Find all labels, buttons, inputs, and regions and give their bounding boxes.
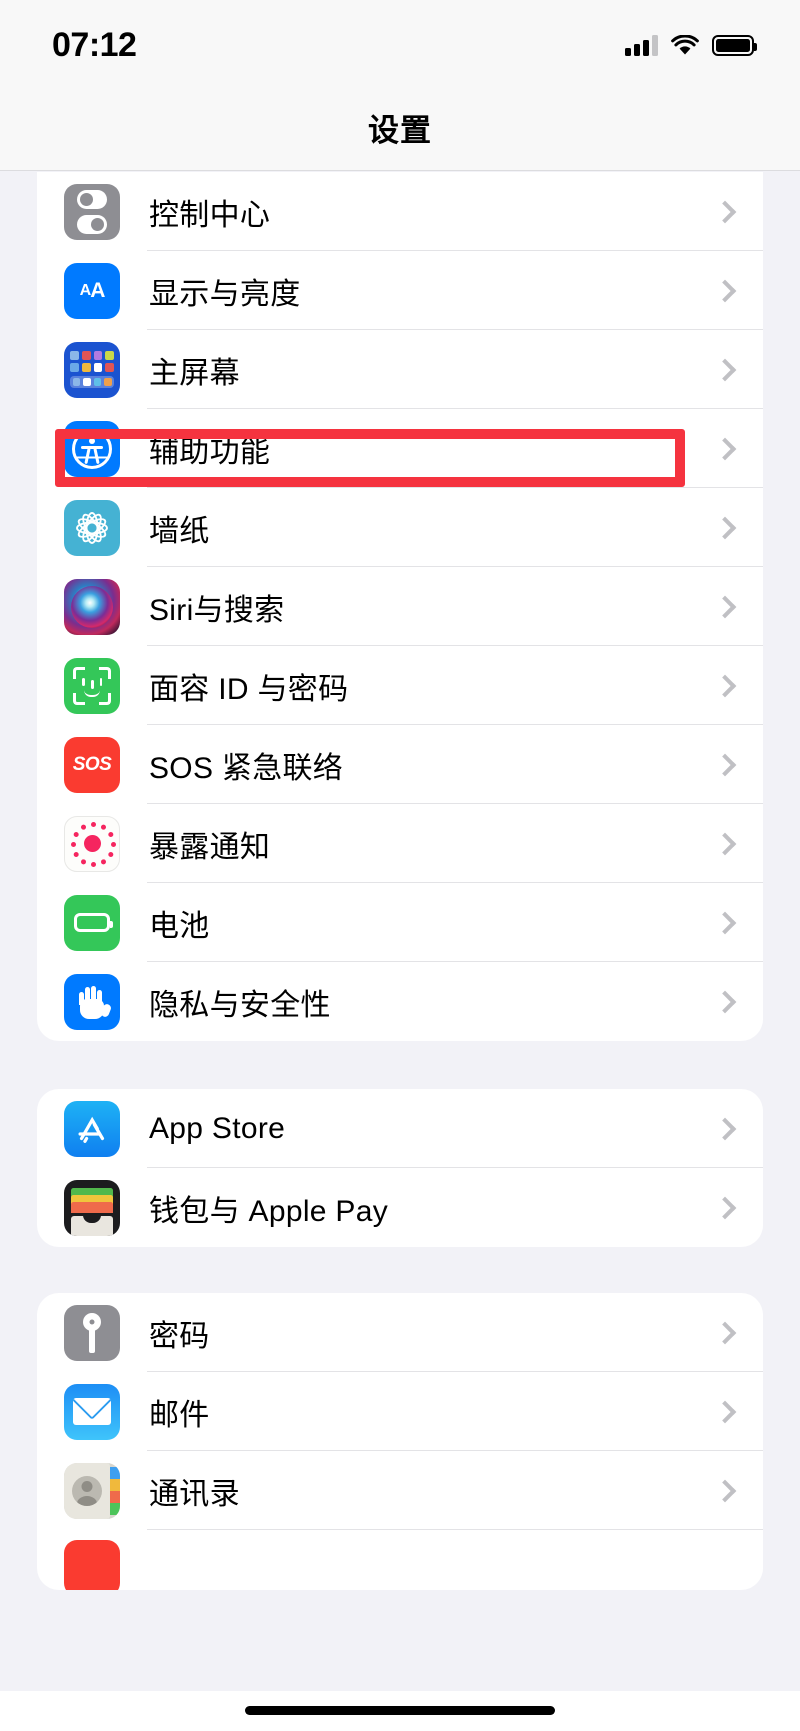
siri-icon [64,578,120,635]
chevron-right-icon [713,516,737,539]
exposure-notification-icon [64,815,120,872]
mail-icon [64,1383,120,1440]
settings-row-contacts[interactable]: 通讯录 [37,1451,763,1530]
settings-row-label: SOS 紧急联络 [149,751,344,785]
settings-row-passwords[interactable]: 密码 [37,1293,763,1372]
settings-row-label: 辅助功能 [149,435,271,469]
settings-row-privacy-security[interactable]: 隐私与安全性 [37,962,763,1041]
chevron-right-icon [713,1479,737,1502]
settings-row-label: App Store [149,1111,286,1145]
settings-row-wallet-apple-pay[interactable]: 钱包与 Apple Pay [37,1168,763,1247]
chevron-right-icon [713,279,737,302]
chevron-right-icon [713,1321,737,1344]
settings-row-display-brightness[interactable]: AA 显示与亮度 [37,251,763,330]
chevron-right-icon [713,674,737,697]
app-store-icon [64,1100,120,1157]
wifi-icon [671,33,699,56]
chevron-right-icon [713,1196,737,1219]
settings-row-label: 隐私与安全性 [149,988,331,1022]
home-screen-icon [64,341,120,398]
calendar-icon [64,1540,120,1590]
display-brightness-icon: AA [64,262,120,319]
settings-row-home-screen[interactable]: 主屏幕 [37,330,763,409]
chevron-right-icon [713,1400,737,1423]
chevron-right-icon [713,200,737,223]
emergency-sos-icon: SOS [64,736,120,793]
settings-row-siri-search[interactable]: Siri与搜索 [37,567,763,646]
settings-row-wallpaper[interactable]: 墙纸 [37,488,763,567]
settings-row-label: 主屏幕 [149,356,240,390]
accessibility-icon [64,420,120,477]
chevron-right-icon [713,832,737,855]
chevron-right-icon [713,990,737,1013]
settings-row-app-store[interactable]: App Store [37,1089,763,1168]
settings-row-label: 钱包与 Apple Pay [149,1194,388,1228]
battery-full-icon [712,34,757,56]
chevron-right-icon [713,911,737,934]
settings-row-label: 通讯录 [149,1477,240,1511]
signal-bars-icon [625,34,658,56]
wallet-icon [64,1179,120,1236]
chevron-right-icon [713,595,737,618]
settings-row-label: 面容 ID 与密码 [149,672,349,706]
settings-row-label: 显示与亮度 [149,277,301,311]
chevron-right-icon [713,1117,737,1140]
contacts-icon [64,1462,120,1519]
status-bar-time: 07:12 [52,25,137,64]
settings-row-calendar-partial[interactable] [37,1530,763,1590]
settings-row-label: 邮件 [149,1398,210,1432]
chevron-right-icon [713,358,737,381]
status-bar-indicators [625,33,757,56]
chevron-right-icon [713,753,737,776]
settings-group-apps: 密码 邮件 通讯录 [37,1293,763,1590]
navigation-bar: 设置 [0,84,800,171]
privacy-security-icon [64,973,120,1030]
settings-row-label: 暴露通知 [149,830,271,864]
face-id-icon [64,657,120,714]
control-center-icon [64,183,120,240]
settings-row-accessibility[interactable]: 辅助功能 [37,409,763,488]
settings-row-exposure-notifications[interactable]: 暴露通知 [37,804,763,883]
settings-row-label: 墙纸 [149,514,210,548]
settings-row-label: Siri与搜索 [149,593,285,627]
page-title: 设置 [368,112,432,148]
chevron-right-icon [713,437,737,460]
settings-list[interactable]: 控制中心 AA 显示与亮度 主屏幕 辅助功能 墙纸 Siri与搜索 面容 ID … [0,172,800,1731]
settings-row-mail[interactable]: 邮件 [37,1372,763,1451]
settings-row-control-center[interactable]: 控制中心 [37,172,763,251]
settings-row-label: 密码 [149,1319,210,1353]
wallpaper-icon [64,499,120,556]
settings-group-system: 控制中心 AA 显示与亮度 主屏幕 辅助功能 墙纸 Siri与搜索 面容 ID … [37,172,763,1041]
settings-row-emergency-sos[interactable]: SOS SOS 紧急联络 [37,725,763,804]
home-indicator-bar[interactable] [245,1706,555,1715]
settings-group-store: App Store 钱包与 Apple Pay [37,1089,763,1247]
battery-icon [64,894,120,951]
settings-row-label: 电池 [149,909,210,943]
settings-row-face-id-passcode[interactable]: 面容 ID 与密码 [37,646,763,725]
settings-row-battery[interactable]: 电池 [37,883,763,962]
passwords-key-icon [64,1304,120,1361]
status-bar: 07:12 [0,0,800,84]
settings-row-label: 控制中心 [149,198,271,232]
